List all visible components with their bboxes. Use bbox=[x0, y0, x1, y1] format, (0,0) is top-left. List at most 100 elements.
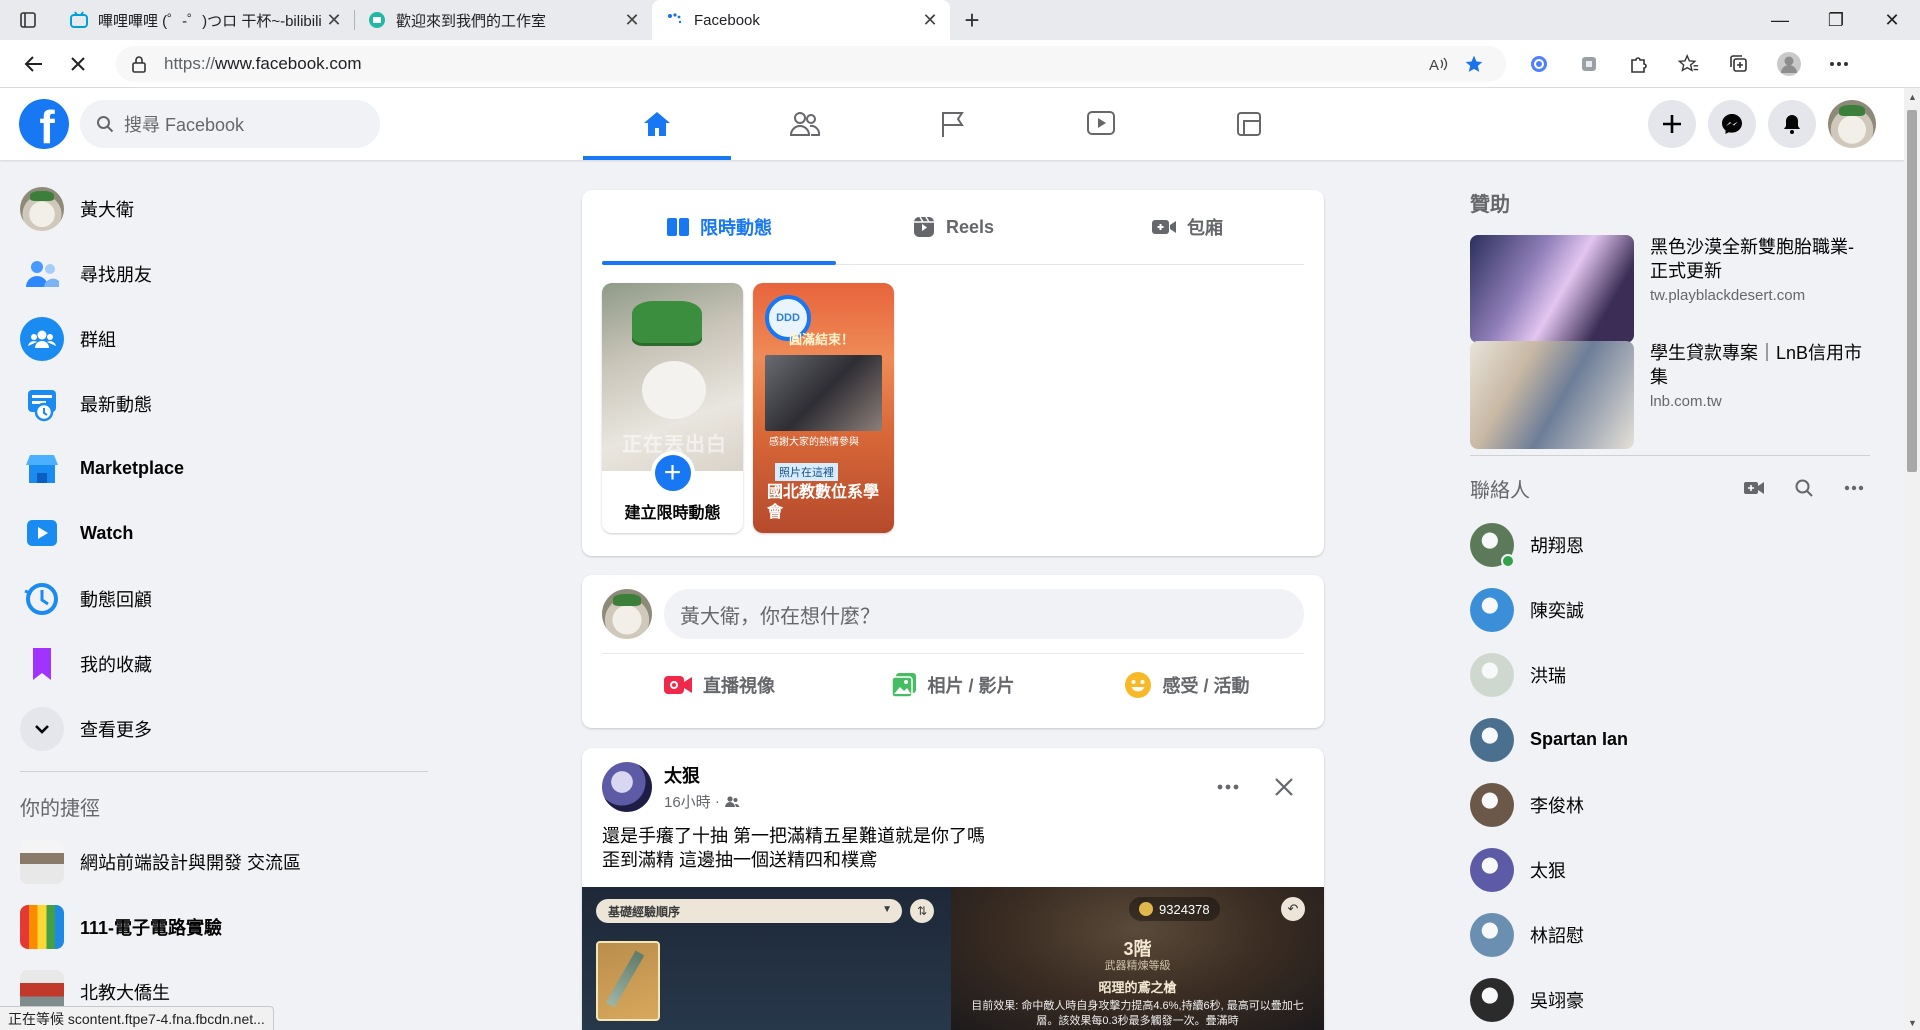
plus-icon bbox=[1663, 115, 1681, 133]
page-scrollbar[interactable]: ▲ ▼ bbox=[1904, 88, 1920, 1030]
contact-item[interactable]: Spartan Ian bbox=[1460, 707, 1880, 772]
post-image-right: 9324378 ↶ 3階 武器精煉等級 昭理的鳶之槍 目前效果: 命中敵人時自身… bbox=[951, 887, 1324, 1030]
composer-input[interactable]: 黃大衛，你在想什麼？ bbox=[664, 589, 1304, 639]
search-icon bbox=[97, 116, 114, 133]
main-nav bbox=[583, 88, 1323, 160]
post-author-avatar[interactable] bbox=[602, 762, 652, 812]
facebook-logo[interactable]: f bbox=[19, 99, 69, 149]
browser-menu-icon[interactable] bbox=[1814, 44, 1864, 84]
svg-text:A: A bbox=[1429, 57, 1439, 73]
nav-home[interactable] bbox=[583, 88, 731, 160]
contact-item[interactable]: 林詔慰 bbox=[1460, 902, 1880, 967]
lock-icon bbox=[132, 55, 146, 73]
notifications-button[interactable] bbox=[1768, 100, 1816, 148]
contacts-options-icon[interactable] bbox=[1838, 472, 1870, 504]
contact-item[interactable]: 胡翔恩 bbox=[1460, 512, 1880, 577]
post-timestamp[interactable]: 16小時 · bbox=[664, 791, 740, 812]
tab-reels[interactable]: Reels bbox=[836, 190, 1070, 264]
shortcut-item[interactable]: 網站前端設計與開發 交流區 bbox=[8, 829, 432, 894]
browser-profile-avatar[interactable] bbox=[1764, 44, 1814, 84]
sidebar-item-groups[interactable]: 群組 bbox=[8, 306, 432, 371]
stop-loading-button[interactable] bbox=[56, 44, 100, 84]
contact-item[interactable]: 洪瑞 bbox=[1460, 642, 1880, 707]
search-contacts-icon[interactable] bbox=[1788, 472, 1820, 504]
tab-actions-button[interactable] bbox=[0, 0, 56, 40]
composer-avatar[interactable] bbox=[602, 589, 652, 639]
live-video-icon bbox=[663, 673, 693, 697]
sidebar-item-profile[interactable]: 黃大衛 bbox=[8, 176, 432, 241]
create-story-card[interactable]: 正在丟出白 + 建立限時動態 bbox=[602, 283, 743, 533]
account-avatar[interactable] bbox=[1828, 100, 1876, 148]
live-video-button[interactable]: 直播視像 bbox=[602, 662, 836, 708]
nav-gaming[interactable] bbox=[1175, 88, 1323, 160]
studio-icon bbox=[368, 11, 386, 29]
new-tab-button[interactable]: + bbox=[950, 0, 994, 40]
favorites-icon[interactable] bbox=[1664, 44, 1714, 84]
sidebar-item-memories[interactable]: 動態回顧 bbox=[8, 566, 432, 631]
sidebar-item-label: 群組 bbox=[80, 329, 116, 350]
story-card[interactable]: DDD 圓滿結束！ 感謝大家的熱情參與 照片在這裡 國北教數位系學會 bbox=[753, 283, 894, 533]
close-tab-icon[interactable]: ✕ bbox=[622, 10, 642, 31]
nav-friends[interactable] bbox=[731, 88, 879, 160]
back-button[interactable] bbox=[12, 44, 56, 84]
url-field[interactable]: https://www.facebook.com A bbox=[116, 45, 1506, 82]
friends-nav-icon bbox=[789, 112, 821, 136]
hide-post-close-icon[interactable] bbox=[1264, 767, 1304, 807]
contact-item[interactable]: 吳翊豪 bbox=[1460, 967, 1880, 1030]
sidebar-item-marketplace[interactable]: Marketplace bbox=[8, 436, 432, 501]
facebook-header: f 搜尋 Facebook bbox=[0, 88, 1904, 160]
story-tag: 照片在這裡 bbox=[775, 463, 838, 481]
maximize-icon[interactable]: ❐ bbox=[1808, 0, 1864, 40]
create-button[interactable] bbox=[1648, 100, 1696, 148]
add-story-plus-icon[interactable]: + bbox=[650, 451, 695, 495]
sidebar-item-feed[interactable]: 最新動態 bbox=[8, 371, 432, 436]
contact-item[interactable]: 陳奕誠 bbox=[1460, 577, 1880, 642]
stories-tabs: 限時動態 Reels 包廂 bbox=[602, 190, 1304, 265]
close-tab-icon[interactable]: ✕ bbox=[920, 10, 940, 31]
sponsored-ad[interactable]: 黑色沙漠全新雙胞胎職業-正式更新 tw.playblackdesert.com bbox=[1460, 229, 1880, 343]
close-window-icon[interactable]: ✕ bbox=[1864, 0, 1920, 40]
sidebar-item-watch[interactable]: Watch bbox=[8, 501, 432, 566]
messenger-button[interactable] bbox=[1708, 100, 1756, 148]
sidebar-item-find-friends[interactable]: 尋找朋友 bbox=[8, 241, 432, 306]
browser-tab[interactable]: 嗶哩嗶哩 (゜-゜)つロ 干杯~-bilibili ✕ bbox=[56, 0, 354, 40]
tab-rooms[interactable]: 包廂 bbox=[1070, 190, 1304, 264]
extension-swirl-icon[interactable] bbox=[1514, 44, 1564, 84]
flag-icon bbox=[942, 112, 964, 137]
nav-watch[interactable] bbox=[1027, 88, 1175, 160]
post-image[interactable]: 基礎經驗順序 ⇅ 9324378 ↶ 3階 武器精煉等級 昭理的鳶之槍 目前效果… bbox=[582, 887, 1324, 1030]
post-options-icon[interactable] bbox=[1208, 767, 1248, 807]
memories-icon bbox=[20, 577, 64, 621]
browser-tab-active[interactable]: Facebook ✕ bbox=[652, 0, 950, 40]
extension-gray-icon[interactable] bbox=[1564, 44, 1614, 84]
photo-video-button[interactable]: 相片 / 影片 bbox=[836, 662, 1070, 708]
contact-item[interactable]: 太狠 bbox=[1460, 837, 1880, 902]
profile-avatar bbox=[20, 186, 64, 231]
browser-tab[interactable]: 歡迎來到我們的工作室 ✕ bbox=[354, 0, 652, 40]
post-author-name[interactable]: 太狠 bbox=[664, 762, 740, 788]
scroll-up-icon[interactable]: ▲ bbox=[1908, 92, 1917, 102]
tab-title: Facebook bbox=[694, 11, 760, 29]
scroll-down-icon[interactable]: ▼ bbox=[1908, 1018, 1917, 1028]
extensions-puzzle-icon[interactable] bbox=[1614, 44, 1664, 84]
tab-stories[interactable]: 限時動態 bbox=[602, 190, 836, 265]
scrollbar-thumb[interactable] bbox=[1907, 110, 1917, 472]
contact-name: 太狠 bbox=[1530, 860, 1566, 881]
sidebar-item-see-more[interactable]: 查看更多 bbox=[8, 696, 432, 761]
new-room-video-icon[interactable] bbox=[1738, 472, 1770, 504]
contact-avatar bbox=[1470, 587, 1514, 632]
search-input[interactable]: 搜尋 Facebook bbox=[80, 100, 380, 148]
minimize-icon[interactable]: — bbox=[1752, 0, 1808, 40]
contact-item[interactable]: 李俊林 bbox=[1460, 772, 1880, 837]
shortcut-item[interactable]: 111-電子電路實驗 bbox=[8, 894, 432, 959]
read-aloud-icon[interactable]: A bbox=[1420, 46, 1456, 82]
sidebar-item-label: 動態回顧 bbox=[80, 589, 152, 610]
nav-pages[interactable] bbox=[879, 88, 1027, 160]
close-tab-icon[interactable]: ✕ bbox=[324, 10, 344, 31]
favorite-star-icon[interactable] bbox=[1456, 46, 1492, 82]
feeling-activity-button[interactable]: 感受 / 活動 bbox=[1070, 662, 1304, 708]
sidebar-item-saved[interactable]: 我的收藏 bbox=[8, 631, 432, 696]
collections-icon[interactable] bbox=[1714, 44, 1764, 84]
contact-avatar bbox=[1470, 977, 1514, 1022]
sponsored-ad[interactable]: 學生貸款專案｜LnB信用市集 lnb.com.tw bbox=[1460, 335, 1880, 449]
